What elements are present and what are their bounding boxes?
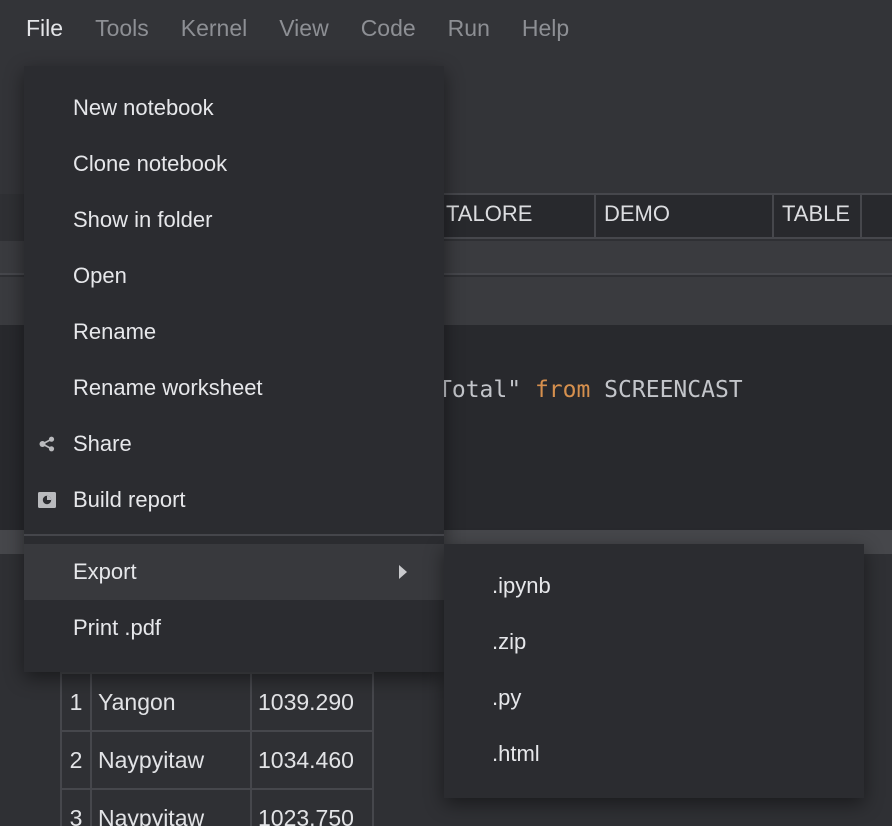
code-text: SCREENCAST (590, 377, 742, 403)
menu-item-label: Print .pdf (73, 615, 161, 641)
value-cell: 1034.460 (251, 731, 373, 789)
report-icon (37, 490, 57, 510)
menu-item-label: Build report (73, 487, 186, 513)
menu-item-label: New notebook (73, 95, 214, 121)
city-cell: Naypyitaw (91, 731, 251, 789)
table-row: 2 Naypyitaw 1034.460 (61, 731, 373, 789)
menu-item-export[interactable]: Export (24, 544, 444, 600)
code-keyword: from (535, 377, 590, 403)
result-table: 1 Yangon 1039.290 2 Naypyitaw 1034.460 3… (60, 672, 374, 826)
menu-item-label: Rename (73, 319, 156, 345)
row-index: 3 (61, 789, 91, 826)
menu-item-rename[interactable]: Rename (24, 304, 444, 360)
menu-item-print-pdf[interactable]: Print .pdf (24, 600, 444, 656)
chevron-right-icon (399, 565, 407, 579)
table-header-row: TALORE DEMO TABLE (438, 193, 892, 239)
menu-item-label: .ipynb (492, 573, 551, 599)
menu-item-label: Clone notebook (73, 151, 227, 177)
menu-kernel[interactable]: Kernel (165, 0, 263, 56)
share-icon (37, 434, 57, 454)
code-text: Total" (438, 377, 535, 403)
table-row: 3 Naypyitaw 1023.750 (61, 789, 373, 826)
menu-item-label: Rename worksheet (73, 375, 263, 401)
menu-item-label: Share (73, 431, 132, 457)
export-py[interactable]: .py (444, 670, 864, 726)
export-ipynb[interactable]: .ipynb (444, 558, 864, 614)
menu-view[interactable]: View (263, 0, 344, 56)
menu-item-show-in-folder[interactable]: Show in folder (24, 192, 444, 248)
export-zip[interactable]: .zip (444, 614, 864, 670)
menu-tools[interactable]: Tools (79, 0, 165, 56)
menu-item-rename-worksheet[interactable]: Rename worksheet (24, 360, 444, 416)
table-row: 1 Yangon 1039.290 (61, 673, 373, 731)
table-header-cell[interactable]: DEMO (596, 195, 774, 237)
menu-item-label: .html (492, 741, 540, 767)
table-header-cell[interactable]: TABLE (774, 195, 862, 237)
menu-help[interactable]: Help (506, 0, 585, 56)
row-index: 1 (61, 673, 91, 731)
menu-item-open[interactable]: Open (24, 248, 444, 304)
menu-code[interactable]: Code (345, 0, 432, 56)
value-cell: 1039.290 (251, 673, 373, 731)
app-window: File Tools Kernel View Code Run Help TAL… (0, 0, 892, 826)
menu-divider (24, 534, 444, 536)
menu-item-share[interactable]: Share (24, 416, 444, 472)
menu-item-label: Show in folder (73, 207, 212, 233)
city-cell: Naypyitaw (91, 789, 251, 826)
value-cell: 1023.750 (251, 789, 373, 826)
menu-bar: File Tools Kernel View Code Run Help (0, 0, 892, 56)
menu-item-new-notebook[interactable]: New notebook (24, 80, 444, 136)
menu-item-build-report[interactable]: Build report (24, 472, 444, 528)
menu-item-clone-notebook[interactable]: Clone notebook (24, 136, 444, 192)
menu-run[interactable]: Run (432, 0, 506, 56)
export-submenu: .ipynb .zip .py .html (444, 544, 864, 798)
city-cell: Yangon (91, 673, 251, 731)
menu-file[interactable]: File (10, 0, 79, 56)
menu-item-label: .zip (492, 629, 526, 655)
export-html[interactable]: .html (444, 726, 864, 782)
table-header-cell[interactable]: TALORE (438, 195, 596, 237)
row-index: 2 (61, 731, 91, 789)
file-menu-dropdown: New notebook Clone notebook Show in fold… (24, 66, 444, 672)
menu-item-label: Export (73, 559, 137, 585)
menu-item-label: .py (492, 685, 521, 711)
menu-item-label: Open (73, 263, 127, 289)
code-line: Total" from SCREENCAST (438, 377, 743, 403)
